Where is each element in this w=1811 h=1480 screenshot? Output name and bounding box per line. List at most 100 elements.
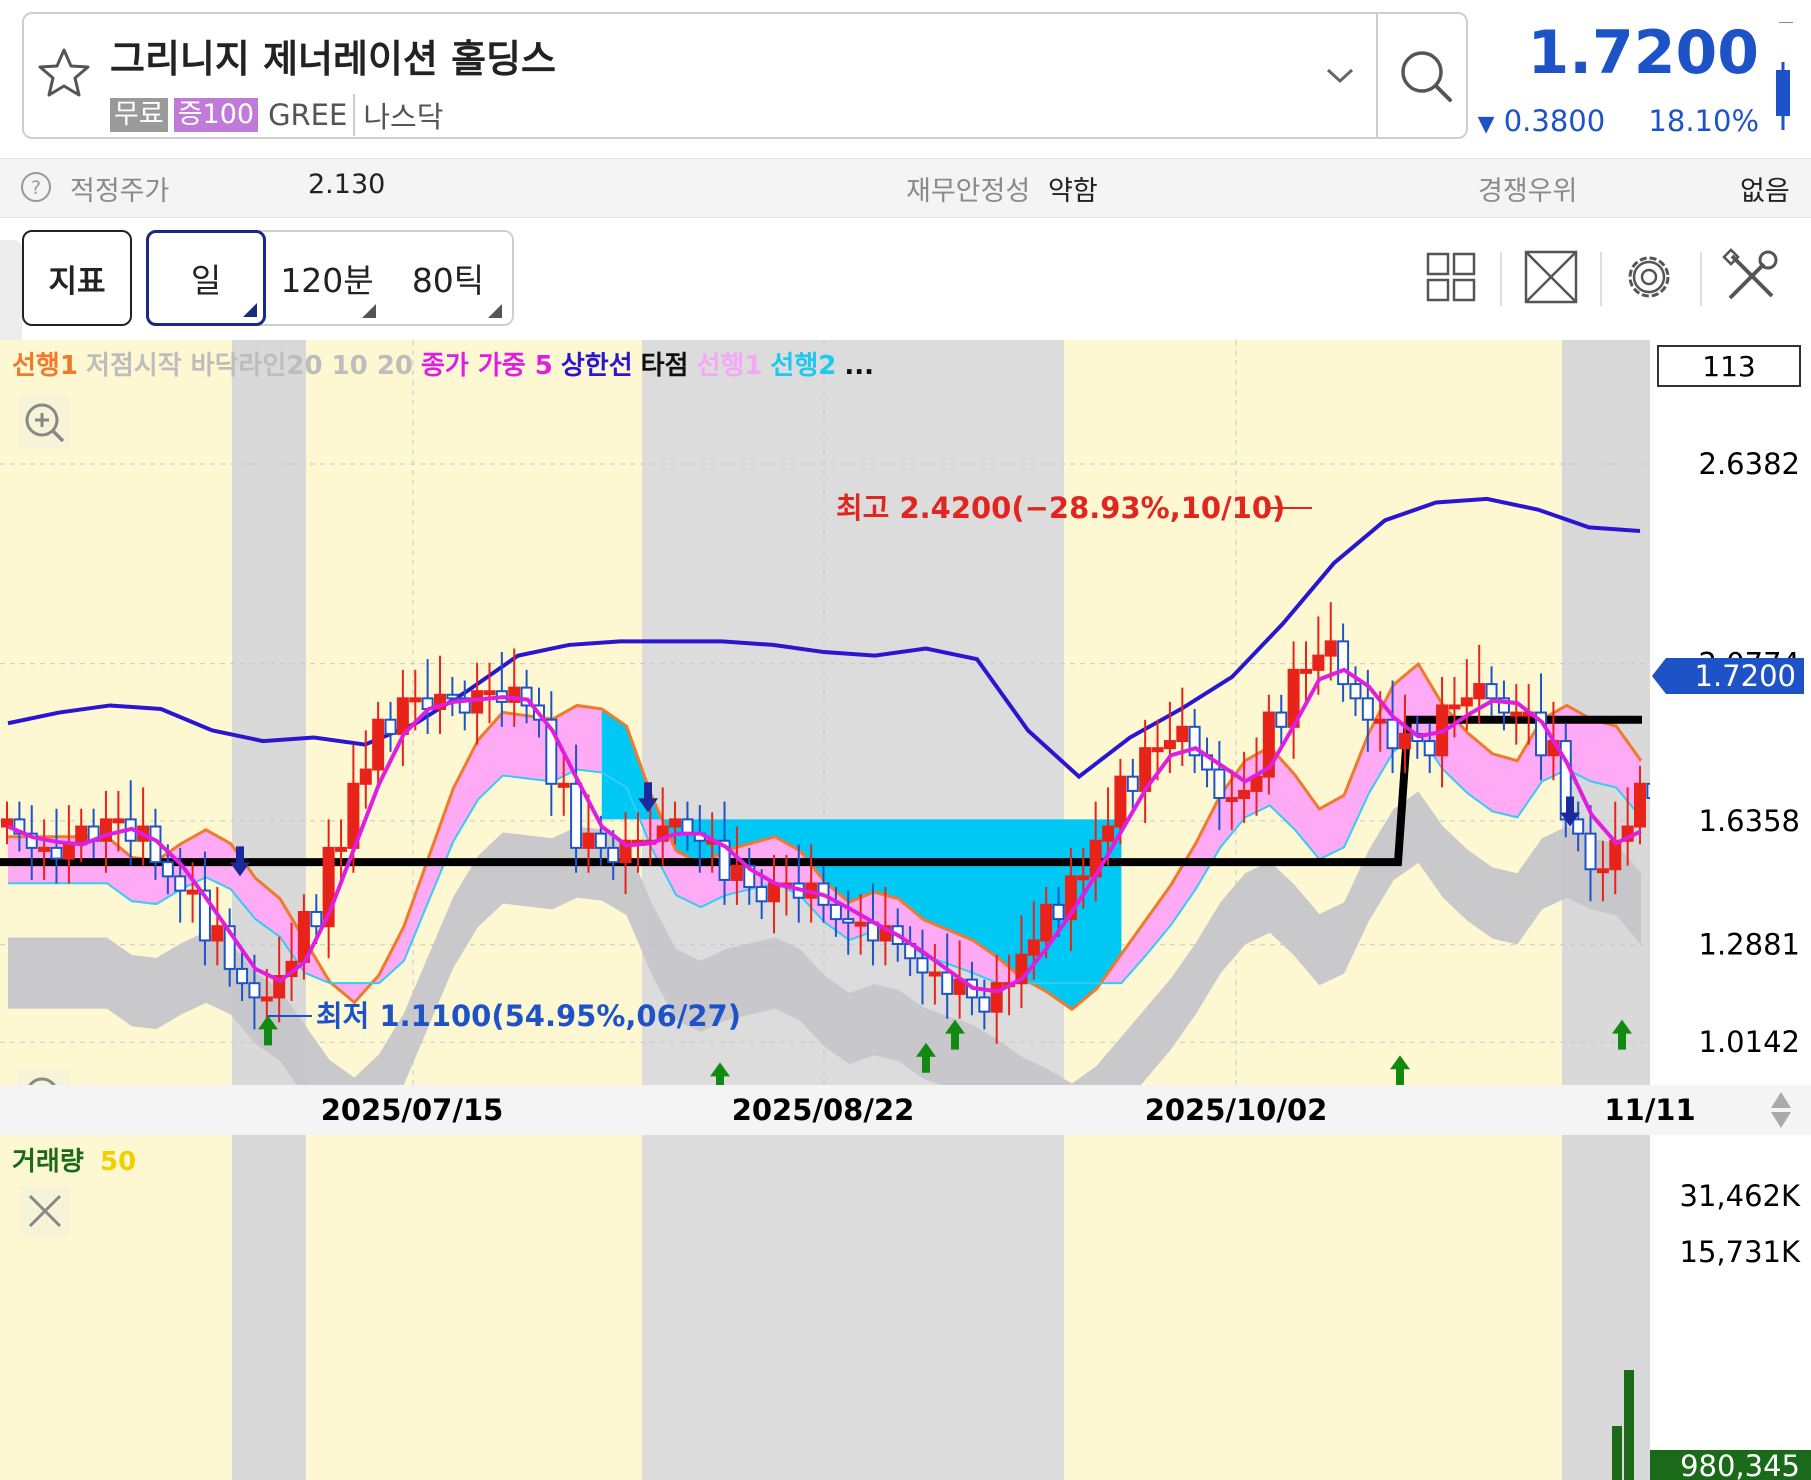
- zoom-in-button[interactable]: [18, 396, 70, 448]
- candle: [928, 971, 941, 977]
- fair-price-label: 적정주가: [70, 176, 170, 207]
- legend-item: 저점시작 바닥라인20 10 20: [86, 351, 413, 381]
- candle: [607, 846, 620, 864]
- legend-item: ...: [844, 351, 874, 381]
- mini-candle-icon: [1776, 22, 1793, 130]
- candle: [1238, 789, 1251, 800]
- margin-badge: 증100: [173, 98, 259, 132]
- stock-chart[interactable]: 선행1 저점시작 바닥라인20 10 20 종가 가중 5 상한선 타점 선행1 선행2..…: [0, 340, 1811, 1480]
- current-price-tag-label: 1.7200: [1695, 659, 1796, 693]
- grid-layout-icon[interactable]: [1418, 244, 1484, 310]
- candle: [1027, 939, 1040, 956]
- competitive-advantage-value: 없음: [1740, 176, 1790, 207]
- low-annotation: 최저 1.1100(54.95%,06/27): [316, 999, 741, 1033]
- stock-name[interactable]: 그리니지 제너레이션 홀딩스: [110, 28, 556, 83]
- fair-price-value: 2.130: [308, 169, 386, 200]
- candle: [1374, 718, 1387, 724]
- candle: [1423, 740, 1436, 757]
- candle: [755, 886, 768, 903]
- down-arrow-icon: ▼: [1477, 112, 1495, 137]
- date-tick: 2025/07/15: [321, 1093, 504, 1127]
- volume-tick-mid: 15,731K: [1680, 1235, 1801, 1269]
- stock-tags: 무료 증100 GREE 나스닥: [110, 94, 443, 136]
- volume-bg-band: [306, 1135, 642, 1480]
- candle: [1584, 832, 1597, 871]
- volume-bar: [1624, 1370, 1634, 1480]
- stability-value: 약함: [1048, 176, 1098, 207]
- competitive-advantage-label: 경쟁우위: [1478, 176, 1578, 207]
- legend-item: 종가 가중 5: [421, 351, 553, 381]
- candle: [260, 996, 273, 1002]
- candle: [1275, 711, 1288, 728]
- candle: [1077, 875, 1090, 881]
- candle: [1473, 683, 1486, 700]
- candle: [854, 921, 867, 927]
- candle: [1126, 775, 1139, 792]
- legend-item: 선행1: [696, 351, 762, 381]
- free-badge: 무료: [110, 98, 168, 132]
- indicator-button[interactable]: 지표: [22, 230, 132, 326]
- close-volume-icon[interactable]: [20, 1186, 70, 1236]
- candle: [570, 782, 583, 849]
- candle: [1114, 775, 1127, 828]
- ticker-symbol: GREE: [268, 98, 348, 132]
- candle: [978, 996, 991, 1013]
- candle: [557, 782, 570, 788]
- indicator-legend[interactable]: 선행1 저점시작 바닥라인20 10 20 종가 가중 5 상한선 타점 선행1 선행2..…: [12, 351, 874, 381]
- price-tick: 1.0142: [1699, 1025, 1800, 1059]
- date-tick: 2025/10/02: [1145, 1093, 1328, 1127]
- candle: [1052, 903, 1065, 921]
- candle: [186, 889, 199, 895]
- price-tick: 1.2881: [1699, 928, 1800, 962]
- period-day-label: 일: [190, 261, 222, 300]
- period-selector: 일 120분 80틱: [146, 230, 514, 326]
- volume-bg-band: [1562, 1135, 1650, 1480]
- tools-icon[interactable]: [1718, 244, 1784, 310]
- period-120min-button[interactable]: 120분: [272, 232, 382, 324]
- volume-bg-band: [232, 1135, 306, 1480]
- candle: [211, 925, 224, 942]
- candle: [941, 971, 954, 995]
- stability-label: 재무안정성: [906, 176, 1031, 207]
- candle: [1102, 825, 1115, 842]
- change-amount: 0.3800: [1503, 104, 1606, 138]
- candle: [1213, 768, 1226, 800]
- candle: [916, 957, 929, 974]
- candle: [1361, 697, 1374, 721]
- period-80tick-button[interactable]: 80틱: [388, 232, 508, 324]
- candle: [582, 832, 595, 849]
- volume-tick-high: 31,462K: [1680, 1179, 1801, 1213]
- settings-gear-icon[interactable]: [1616, 244, 1682, 310]
- svg-text:?: ?: [31, 177, 41, 199]
- help-icon[interactable]: ?: [20, 171, 52, 203]
- candle: [50, 846, 63, 860]
- candle: [236, 967, 249, 985]
- search-button[interactable]: [1376, 14, 1468, 137]
- search-icon: [1401, 51, 1452, 102]
- expand-icon[interactable]: [1518, 244, 1584, 310]
- candle: [483, 690, 496, 696]
- candle: [161, 861, 174, 878]
- period-day-button[interactable]: 일: [146, 230, 266, 326]
- volume-current: 980,345: [1680, 1449, 1800, 1480]
- candle: [842, 918, 855, 924]
- candle: [1572, 818, 1585, 835]
- price-change: ▼ 0.3800 18.10%: [1478, 104, 1759, 138]
- date-tick: 11/11: [1604, 1093, 1695, 1127]
- change-percent: 18.10%: [1648, 104, 1759, 138]
- current-price-tag: 1.7200: [1652, 658, 1804, 694]
- volume-label: 거래량: [12, 1147, 84, 1177]
- legend-item: 선행1: [12, 351, 78, 381]
- candle: [1324, 640, 1337, 657]
- chevron-down-icon[interactable]: [1322, 60, 1358, 90]
- legend-item: 선행2: [770, 351, 836, 381]
- date-tick: 2025/08/22: [732, 1093, 915, 1127]
- candle: [768, 882, 781, 903]
- candle: [310, 910, 323, 928]
- candle: [1460, 697, 1473, 707]
- candle: [1448, 704, 1461, 710]
- favorite-star-icon[interactable]: [34, 44, 94, 104]
- candle: [1398, 732, 1411, 750]
- candle: [38, 846, 51, 852]
- candle: [1510, 711, 1523, 717]
